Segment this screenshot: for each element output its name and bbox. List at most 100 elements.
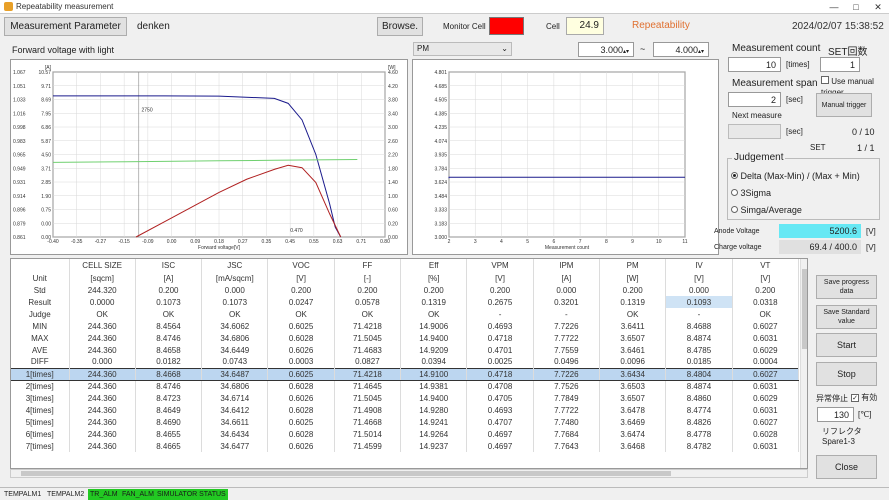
range-min-input[interactable]: 3.000▴▾ (578, 42, 634, 57)
scrollbar-thumb[interactable] (21, 471, 671, 476)
close-window-button[interactable]: ✕ (867, 0, 889, 14)
table-row[interactable]: 3[times] 244.360 8.4723 34.6714 0.6026 71.504… (11, 392, 800, 404)
measurement-parameter-button[interactable]: Measurement Parameter (4, 17, 127, 36)
table-cell: 3.6411 (599, 320, 667, 332)
anode-unit: [V] (866, 227, 876, 236)
column-header[interactable]: VPM (466, 259, 534, 272)
save-standard-button[interactable]: Save Standard value (816, 305, 877, 329)
span-input[interactable]: 2 (728, 92, 781, 107)
manual-trigger-button[interactable]: Manual trigger (816, 93, 872, 117)
table-row[interactable]: MIN 244.360 8.4564 34.6062 0.6025 71.4218 14.9… (11, 320, 800, 332)
table-cell: 244.360 (69, 320, 136, 332)
table-cell: 71.4218 (334, 320, 402, 332)
anode-label: Anode Voltage (714, 228, 760, 235)
scrollbar-thumb[interactable] (802, 269, 807, 349)
y-right-tick-label: 3.00 (388, 125, 398, 131)
table-cell: 8.4826 (665, 416, 733, 428)
y-tick-label: 3.183 (434, 221, 447, 227)
table-cell: - (533, 308, 601, 320)
table-row[interactable]: 2[times] 244.360 8.4746 34.6806 0.6028 71.464… (11, 380, 800, 392)
browse-button[interactable]: Browse. (377, 17, 423, 36)
next-measure-label: Next measure (732, 111, 782, 120)
temperature-input[interactable]: 130 (817, 407, 854, 422)
y-tick-label: 4.505 (434, 98, 447, 104)
table-cell: 0.6026 (267, 440, 335, 452)
column-header[interactable]: IV (665, 259, 733, 272)
radio-icon[interactable] (731, 189, 738, 196)
table-row[interactable]: 4[times] 244.360 8.4649 34.6412 0.6028 71.490… (11, 404, 800, 416)
trend-chart-panel: 2 3 4 5 6 7 8 9 10 11 4.801 4.685 4.505 4.385 4.235 4.0… (412, 59, 719, 255)
y-right-tick-label: 0.60 (388, 208, 398, 214)
table-cell: 0.1093 (665, 296, 733, 308)
column-header[interactable]: IPM (533, 259, 601, 272)
save-progress-button[interactable]: Save progress data (816, 275, 877, 299)
table-cell: 0.6029 (732, 392, 800, 404)
judge-option-delta[interactable]: Delta (Max-Min) / (Max + Min) (731, 171, 860, 181)
table-row[interactable]: Unit [sqcm] [A] [mA/sqcm] [V] [-] [%] [V] [A] [W]… (11, 272, 800, 284)
table-cell: 244.360 (69, 428, 136, 440)
enable-option[interactable]: ✓ 有効 (851, 392, 877, 403)
table-cell: 8.4778 (665, 428, 733, 440)
chart-select-value: PM (417, 44, 429, 53)
column-header[interactable]: VT (732, 259, 800, 272)
column-header[interactable]: CELL SIZE (69, 259, 136, 272)
start-button[interactable]: Start (816, 333, 877, 357)
table-cell: 0.1319 (400, 296, 468, 308)
chart-select[interactable]: PM ⌄ (413, 42, 512, 56)
table-cell: 34.6412 (201, 404, 269, 416)
checkbox-checked-icon[interactable]: ✓ (851, 394, 859, 402)
table-row[interactable]: 1[times] 244.360 8.4668 34.6487 0.6025 71.421… (11, 367, 800, 381)
count-input[interactable]: 10 (728, 57, 781, 72)
anode-value: 5200.6 (779, 224, 861, 238)
table-cell: 3.6503 (599, 380, 667, 392)
table-cell: Std (11, 284, 70, 296)
judge-option-3sigma[interactable]: 3Sigma (731, 188, 771, 198)
table-cell: Result (11, 296, 70, 308)
stop-button[interactable]: Stop (816, 362, 877, 386)
table-cell: 71.4683 (334, 344, 402, 356)
status-tr-alm: TR_ALM (88, 489, 120, 500)
set-input[interactable]: 1 (820, 57, 860, 72)
table-cell: 0.4707 (466, 416, 534, 428)
column-header[interactable] (11, 259, 70, 272)
table-row[interactable]: DIFF 0.000 0.0182 0.0743 0.0003 0.0827 0.0394 0… (11, 356, 800, 368)
table-row[interactable]: 7[times] 244.360 8.4665 34.6477 0.6026 71.459… (11, 440, 800, 452)
table-cell: 0.6026 (267, 392, 335, 404)
y-edge-tick-label: 0.983 (13, 139, 26, 145)
radio-icon[interactable] (731, 206, 738, 213)
table-cell: OK (400, 308, 468, 320)
y-right-tick-label: 1.40 (388, 180, 398, 186)
table-cell: [V] (665, 272, 733, 284)
table-cell: 7.7643 (533, 440, 601, 452)
column-header[interactable]: Eff (400, 259, 468, 272)
column-header[interactable]: ISC (135, 259, 203, 272)
radio-selected-icon[interactable] (731, 172, 738, 179)
judge-option-label: 3Sigma (740, 188, 772, 198)
table-row[interactable]: Judge OK OK OK OK OK OK - - OK - OK (11, 308, 800, 320)
table-cell: 244.360 (69, 440, 136, 452)
column-header[interactable]: VOC (267, 259, 335, 272)
table-row[interactable]: 6[times] 244.360 8.4655 34.6434 0.6028 71.501… (11, 428, 800, 440)
table-row[interactable]: Std 244.320 0.200 0.000 0.200 0.200 0.200 0.200… (11, 284, 800, 296)
x-tick-label: 8 (605, 239, 608, 245)
close-button[interactable]: Close (816, 455, 877, 479)
minimize-button[interactable]: — (823, 0, 845, 14)
table-vertical-scrollbar[interactable] (800, 259, 807, 468)
table-row[interactable]: AVE 244.360 8.4658 34.6449 0.6026 71.4683 14.9… (11, 344, 800, 356)
table-row[interactable]: Result 0.0000 0.1073 0.1073 0.0247 0.0578 0.13… (11, 296, 800, 308)
checkbox-icon[interactable] (821, 76, 829, 84)
set-progress-label: SET (810, 143, 826, 152)
y-tick-label: 3.624 (434, 180, 447, 186)
column-header[interactable]: JSC (201, 259, 269, 272)
column-header[interactable]: FF (334, 259, 402, 272)
judge-option-sigma-average[interactable]: Simga/Average (731, 205, 802, 215)
maximize-button[interactable]: □ (845, 0, 867, 14)
table-horizontal-scrollbar[interactable] (10, 469, 808, 478)
table-cell: AVE (11, 344, 70, 356)
table-row[interactable]: MAX 244.360 8.4746 34.6806 0.6028 71.5045 14.9… (11, 332, 800, 344)
table-row[interactable]: 5[times] 244.360 8.4690 34.6611 0.6025 71.466… (11, 416, 800, 428)
column-header[interactable]: PM (599, 259, 667, 272)
next-measure-value (728, 124, 781, 139)
table-cell: 8.4658 (135, 344, 203, 356)
range-max-input[interactable]: 4.000▴▾ (653, 42, 709, 57)
